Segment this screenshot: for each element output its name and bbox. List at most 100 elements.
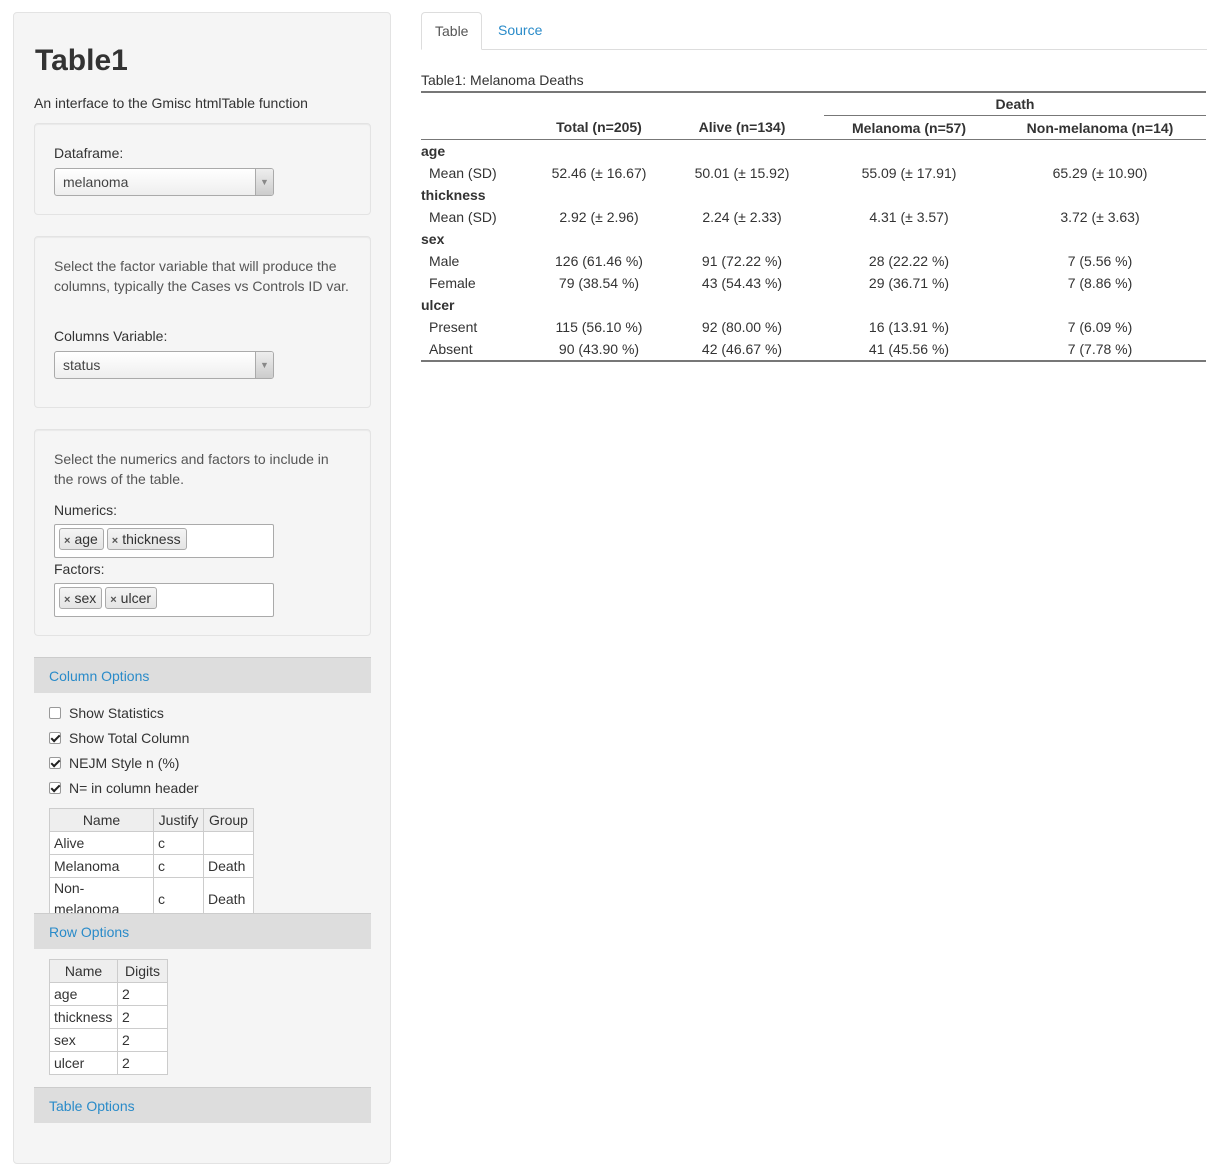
table-cell: 126 (61.46 %): [555, 253, 643, 269]
group-label: thickness: [421, 187, 486, 203]
table-cell[interactable]: Alive: [49, 831, 154, 855]
row-options-header[interactable]: Row Options: [34, 913, 371, 949]
table-cell[interactable]: 2: [117, 1028, 168, 1052]
chip-label: age: [74, 531, 98, 547]
table-row: Mean (SD) 52.46 (± 16.67) 50.01 (± 15.92…: [421, 162, 1206, 184]
rows-well: Select the numerics and factors to inclu…: [34, 429, 371, 636]
table-cell[interactable]: sex: [49, 1028, 118, 1052]
table-row: Mean (SD) 2.92 (± 2.96) 2.24 (± 2.33) 4.…: [421, 206, 1206, 228]
table-cell[interactable]: 2: [117, 1051, 168, 1075]
factors-label: Factors:: [54, 561, 105, 577]
chevron-down-icon: ▼: [255, 352, 273, 378]
remove-icon[interactable]: ×: [110, 594, 116, 606]
checkbox-label: Show Statistics: [69, 705, 164, 721]
row-label: Present: [429, 319, 478, 335]
table-cell[interactable]: ulcer: [49, 1051, 118, 1075]
table-group-row: age: [421, 140, 1206, 163]
table-cell[interactable]: age: [49, 982, 118, 1006]
checkbox-label: N= in column header: [69, 780, 199, 796]
column-header: Digits: [117, 959, 168, 983]
table-cell: 28 (22.22 %): [868, 253, 950, 269]
column-header: Alive (n=134): [668, 115, 816, 140]
group-label: age: [421, 143, 446, 159]
table-cell[interactable]: Melanoma: [49, 854, 154, 878]
factors-chip[interactable]: × sex: [59, 587, 103, 609]
group-label: ulcer: [421, 297, 455, 313]
columns-variable-label: Columns Variable:: [54, 328, 168, 344]
table-header-row: Death: [421, 91, 1206, 116]
table-cell: 29 (36.71 %): [868, 275, 950, 291]
row-options-table: Name Digits age 2 thickness 2 sex 2 ulce…: [49, 959, 168, 1075]
tab-source[interactable]: Source: [485, 12, 555, 50]
remove-icon[interactable]: ×: [64, 594, 70, 606]
checkbox-label: Show Total Column: [69, 730, 190, 746]
chip-label: thickness: [122, 531, 181, 547]
chip-label: sex: [74, 590, 97, 606]
table-cell: 41 (45.56 %): [824, 338, 994, 362]
table-row: Male 126 (61.46 %) 91 (72.22 %) 28 (22.2…: [421, 250, 1206, 272]
table-group-row: ulcer: [421, 294, 1206, 316]
table-cell[interactable]: [203, 831, 254, 855]
columns-variable-select[interactable]: status ▼: [54, 351, 274, 379]
numerics-chip[interactable]: × thickness: [106, 528, 187, 550]
column-header: Name: [49, 808, 154, 832]
sidebar-panel: Table1 An interface to the Gmisc htmlTab…: [13, 12, 391, 1164]
n-in-header-checkbox[interactable]: N= in column header: [49, 779, 199, 797]
checkbox-checked-icon[interactable]: [49, 782, 61, 794]
dataframe-well: Dataframe: melanoma ▼: [34, 123, 371, 215]
nejm-style-checkbox[interactable]: NEJM Style n (%): [49, 754, 179, 772]
table-cell[interactable]: thickness: [49, 1005, 118, 1029]
checkbox-checked-icon[interactable]: [49, 757, 61, 769]
table-row: Alive c: [49, 831, 254, 855]
checkbox-label: NEJM Style n (%): [69, 755, 180, 771]
table-cell: 4.31 (± 3.57): [869, 209, 949, 225]
app-title: Table1: [35, 44, 128, 77]
table-cell[interactable]: 2: [117, 1005, 168, 1029]
column-header: Total (n=205): [530, 115, 668, 140]
table-cell: 7 (6.09 %): [1067, 319, 1133, 335]
column-options-table: Name Justify Group Alive c Melanoma c De…: [49, 808, 254, 921]
column-header: Name: [49, 959, 118, 983]
table-cell[interactable]: 2: [117, 982, 168, 1006]
table-cell: 3.72 (± 3.63): [1060, 209, 1140, 225]
table-cell: 16 (13.91 %): [868, 319, 950, 335]
checkbox-checked-icon[interactable]: [49, 732, 61, 744]
numerics-chip[interactable]: × age: [59, 528, 104, 550]
factors-chip[interactable]: × ulcer: [105, 587, 158, 609]
column-options-header[interactable]: Column Options: [34, 657, 371, 693]
remove-icon[interactable]: ×: [64, 535, 70, 547]
table-header-row: Name Justify Group: [49, 808, 254, 832]
table-cell[interactable]: c: [153, 831, 204, 855]
table-cell[interactable]: c: [153, 854, 204, 878]
column-header: Justify: [153, 808, 204, 832]
tab-table[interactable]: Table: [421, 12, 483, 50]
checkbox-icon[interactable]: [49, 707, 61, 719]
numerics-multiselect[interactable]: × age × thickness: [54, 524, 274, 558]
tab-bar: Table Source: [421, 12, 1207, 50]
show-total-column-checkbox[interactable]: Show Total Column: [49, 729, 189, 747]
show-statistics-checkbox[interactable]: Show Statistics: [49, 704, 164, 722]
table-cell: 79 (38.54 %): [558, 275, 640, 291]
table-header-row: Total (n=205) Alive (n=134) Melanoma (n=…: [421, 115, 1206, 140]
table-cell: 55.09 (± 17.91): [861, 165, 957, 181]
row-label: Mean (SD): [429, 209, 497, 225]
table-cell: 115 (56.10 %): [555, 319, 643, 335]
table-cell: 7 (5.56 %): [1067, 253, 1133, 269]
column-header: Non-melanoma (n=14): [994, 115, 1206, 140]
table-cell: 2.92 (± 2.96): [559, 209, 639, 225]
row-label: Male: [429, 253, 460, 269]
chevron-down-icon: ▼: [255, 169, 273, 195]
factors-multiselect[interactable]: × sex × ulcer: [54, 583, 274, 617]
table-cell: 7 (8.86 %): [1067, 275, 1133, 291]
columns-well: Select the factor variable that will pro…: [34, 236, 371, 408]
row-options-body: Name Digits age 2 thickness 2 sex 2 ulce…: [34, 949, 371, 1087]
table-options-header[interactable]: Table Options: [34, 1087, 371, 1123]
table-cell: 52.46 (± 16.67): [551, 165, 647, 181]
remove-icon[interactable]: ×: [112, 535, 118, 547]
table-cell[interactable]: Death: [203, 854, 254, 878]
row-label: Mean (SD): [429, 165, 497, 181]
result-table: Death Total (n=205) Alive (n=134) Melano…: [421, 91, 1206, 362]
dataframe-select[interactable]: melanoma ▼: [54, 168, 274, 196]
table-row: ulcer 2: [49, 1051, 168, 1075]
column-header: Melanoma (n=57): [824, 115, 994, 140]
